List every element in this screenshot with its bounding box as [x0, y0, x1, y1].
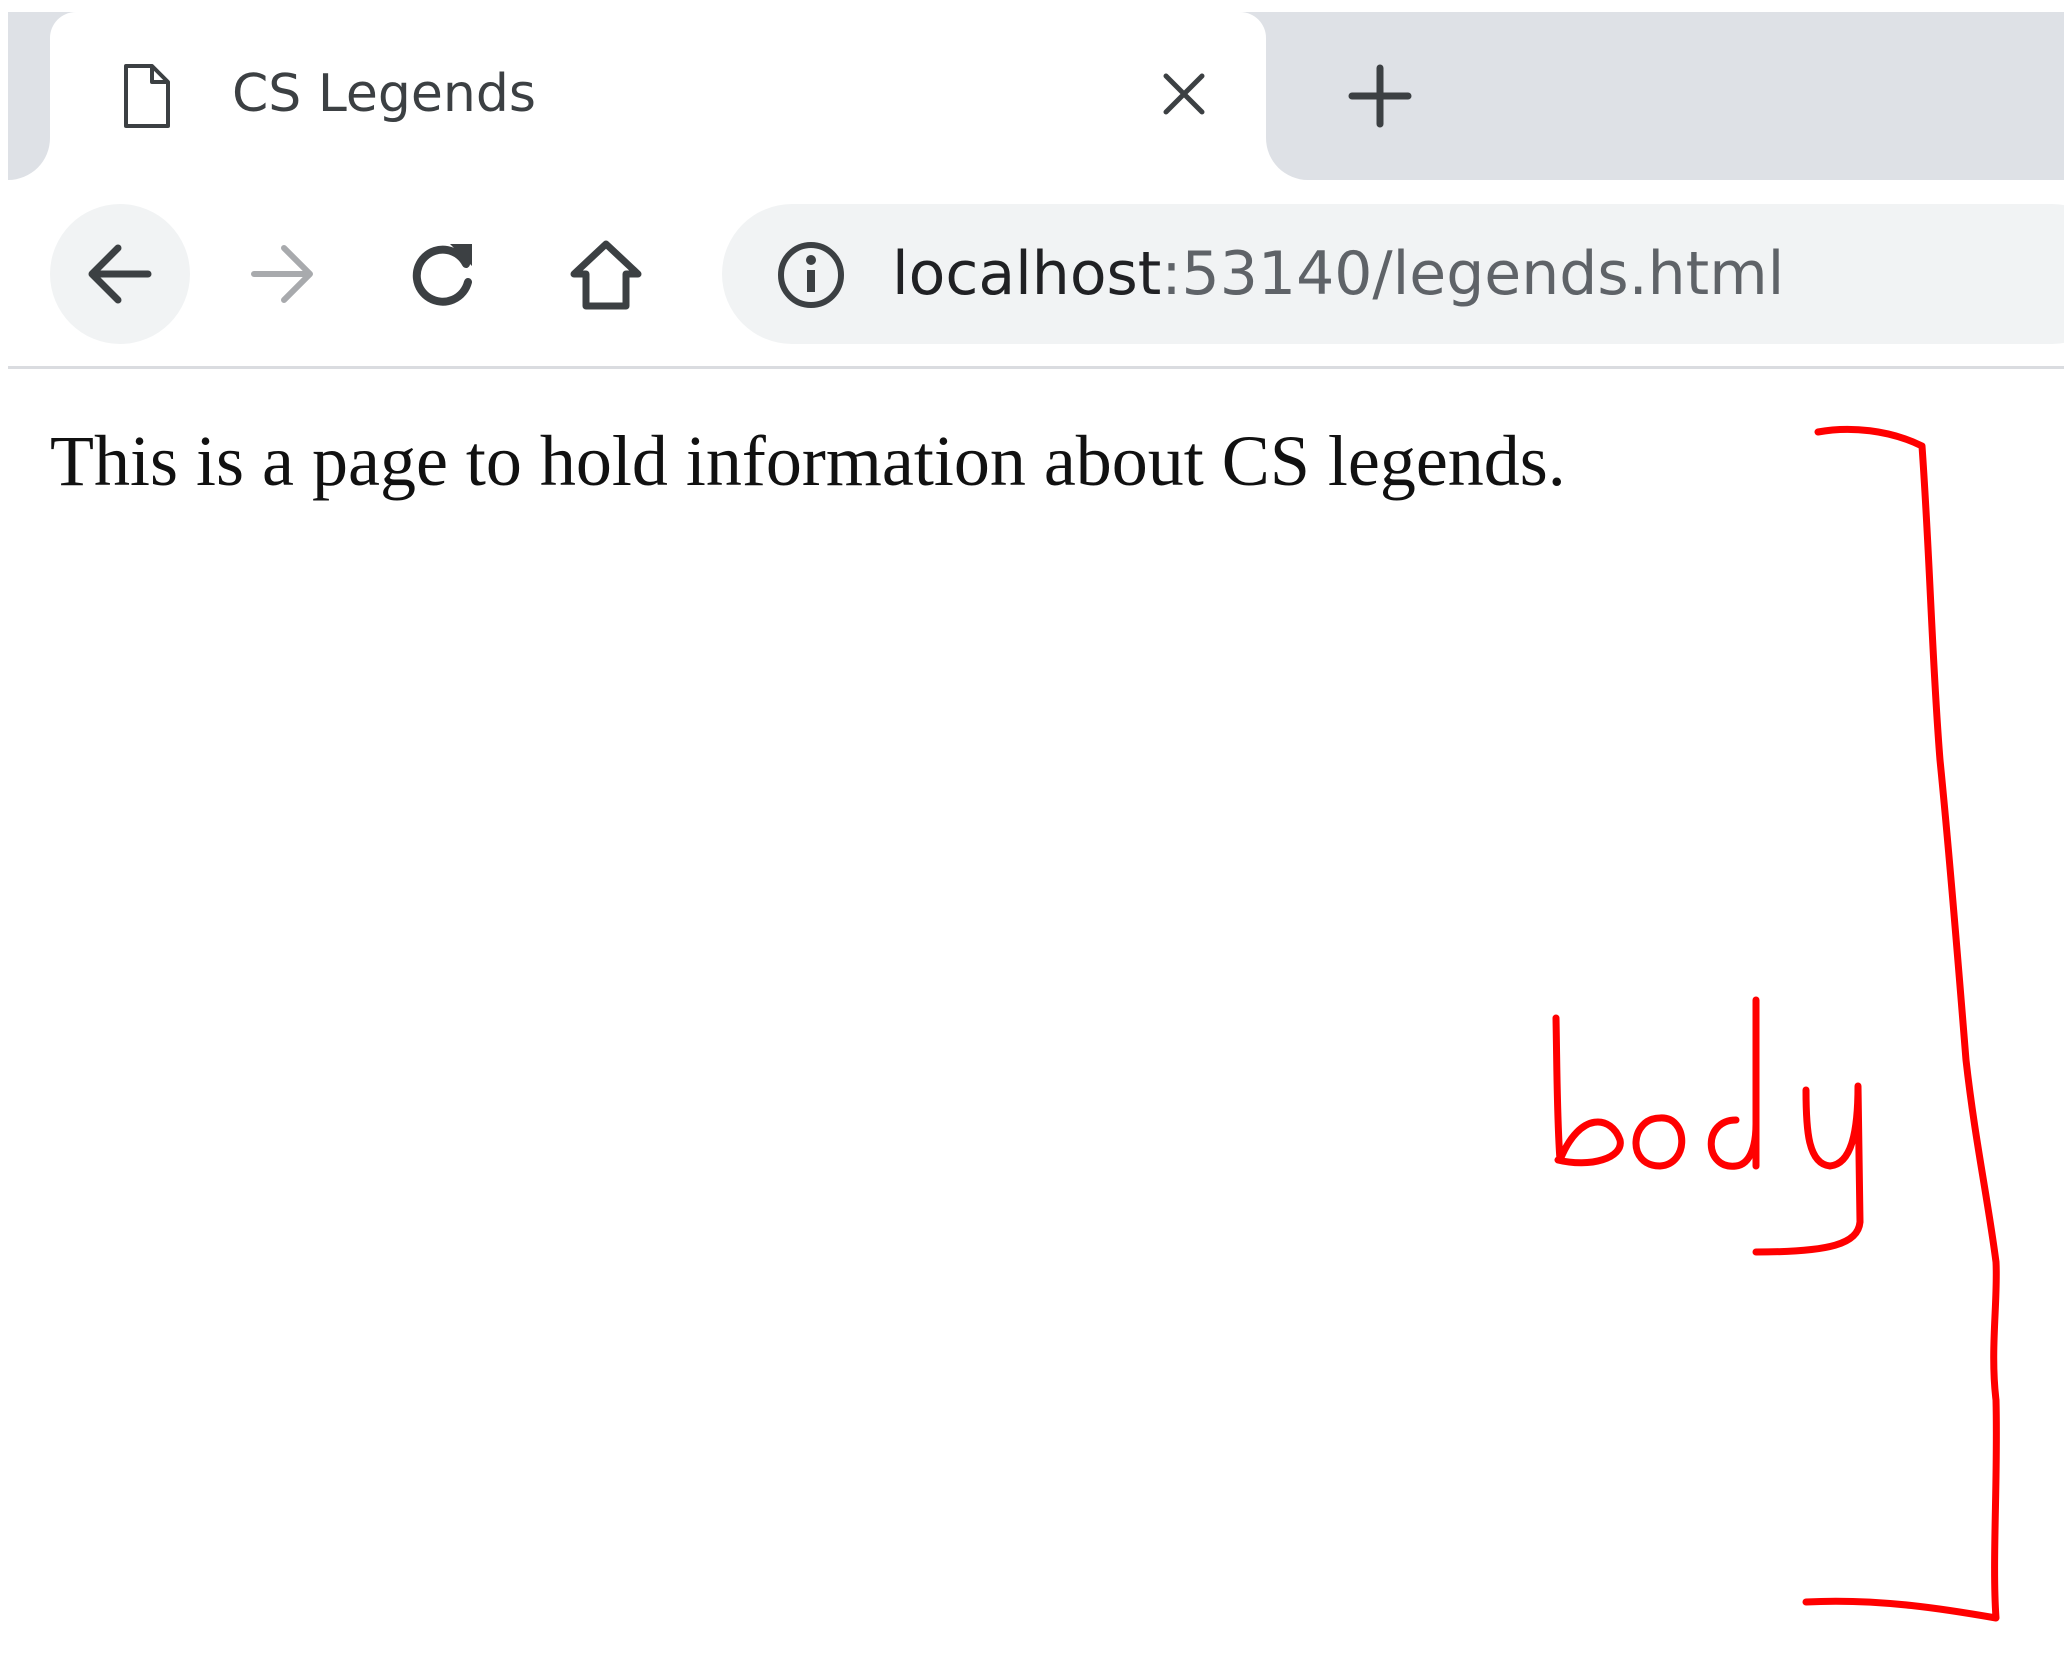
reload-icon[interactable]: [406, 236, 482, 312]
plus-icon[interactable]: [1348, 64, 1412, 128]
tab-title: CS Legends: [232, 64, 536, 124]
home-icon[interactable]: [568, 236, 644, 312]
close-icon[interactable]: [1160, 70, 1208, 118]
info-icon[interactable]: [776, 240, 846, 310]
url-path: :53140/legends.html: [1161, 239, 1785, 309]
tab-corner-left: [8, 138, 50, 180]
document-icon: [124, 64, 170, 128]
window-top-strip: [0, 0, 2064, 12]
tab-corner-right: [1266, 138, 1308, 180]
toolbar-divider: [8, 366, 2064, 369]
arrow-right-icon[interactable]: [244, 236, 320, 312]
url-host: localhost: [892, 239, 1162, 309]
url-text[interactable]: localhost:53140/legends.html: [892, 236, 1784, 312]
arrow-left-icon[interactable]: [82, 236, 158, 312]
page-body-text: This is a page to hold information about…: [50, 421, 1566, 501]
